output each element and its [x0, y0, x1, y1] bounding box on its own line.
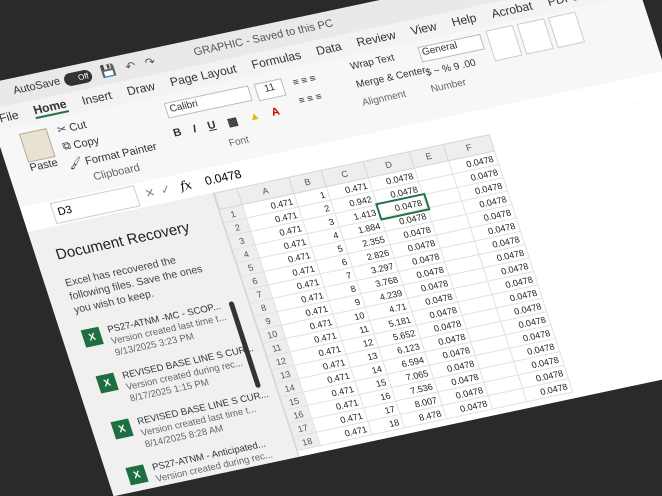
copy-icon: ⧉ — [61, 139, 73, 153]
conditional-formatting-button[interactable] — [485, 24, 523, 62]
borders-icon[interactable]: ▦ — [226, 114, 240, 129]
excel-file-icon: X — [95, 372, 119, 394]
number-group: General $ ~ % 9 .00 Number — [417, 33, 495, 95]
font-group-label: Font — [227, 134, 251, 150]
bold-button[interactable]: B — [172, 126, 184, 140]
fx-icon[interactable]: fx — [178, 178, 193, 194]
formula-input[interactable]: 0.0478 — [203, 167, 243, 188]
autosave-label: AutoSave — [11, 75, 62, 97]
menu-insert[interactable]: Insert — [80, 88, 114, 108]
underline-button[interactable]: U — [206, 119, 218, 133]
cell-styles-button[interactable] — [547, 11, 586, 49]
italic-button[interactable]: I — [191, 123, 198, 136]
excel-file-icon: X — [80, 326, 104, 348]
redo-icon[interactable]: ↷ — [143, 54, 157, 69]
menu-data[interactable]: Data — [314, 39, 343, 58]
excel-window: AutoSave Off 💾 ↶ ↷ GRAPHIC - Saved to th… — [0, 0, 662, 496]
undo-icon[interactable]: ↶ — [123, 59, 137, 74]
menu-file[interactable]: File — [0, 108, 20, 125]
clipboard-group: ✂ Cut ⧉ Copy 🖌 Format Painter Clipboard — [55, 106, 163, 188]
excel-file-icon: X — [110, 418, 134, 440]
menu-help[interactable]: Help — [450, 11, 478, 30]
save-icon[interactable]: 💾 — [99, 63, 118, 79]
fill-color-icon[interactable]: ▲ — [247, 110, 262, 125]
brush-icon: 🖌 — [66, 156, 85, 172]
autosave-toggle[interactable]: Off — [61, 68, 94, 87]
excel-file-icon: X — [125, 464, 149, 486]
copy-label: Copy — [71, 134, 101, 152]
align-icons[interactable]: ≡ ≡ ≡ — [291, 73, 317, 88]
menu-draw[interactable]: Draw — [125, 79, 157, 98]
scissors-icon: ✂ — [55, 123, 69, 137]
menu-view[interactable]: View — [409, 19, 439, 38]
align-icons-row2[interactable]: ≡ ≡ ≡ — [297, 91, 323, 106]
alignment-group: ≡ ≡ ≡ ≡ ≡ ≡ — [291, 73, 323, 106]
cut-label: Cut — [67, 118, 89, 134]
format-as-table-button[interactable] — [516, 18, 554, 55]
font-size-select[interactable]: 11 — [253, 78, 287, 102]
font-color-icon[interactable]: A — [270, 106, 282, 120]
formula-icons[interactable]: ✕✓ — [143, 181, 179, 201]
paste-button[interactable]: Paste — [18, 128, 64, 182]
